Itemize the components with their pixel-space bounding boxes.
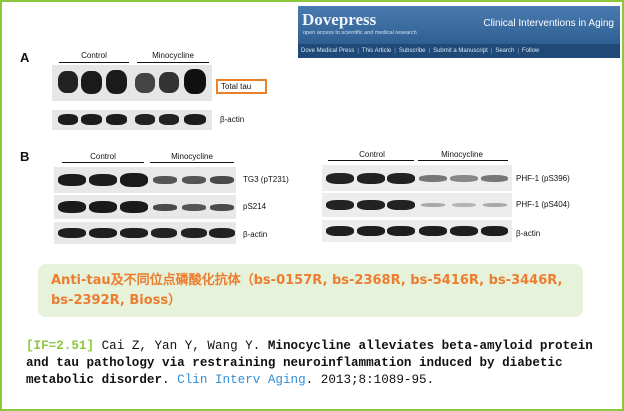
total-tau-label: Total tau [216, 79, 267, 94]
panel-a-minocycline-line [137, 62, 209, 63]
phf1-ps404-label: PHF-1 (pS404) [516, 200, 570, 209]
dovepress-logo: Dovepress [302, 10, 377, 29]
nav-dove-medical-press[interactable]: Dove Medical Press [301, 48, 354, 54]
antibody-callout: Anti-tau及不同位点磷酸化抗体（bs-0157R, bs-2368R, b… [38, 264, 583, 317]
nav-follow[interactable]: Follow [522, 48, 539, 54]
panel-b-right-actin-label: β-actin [516, 229, 541, 238]
panel-b-right-control-line [328, 160, 414, 161]
phf1-ps396-label: PHF-1 (pS396) [516, 174, 570, 183]
panel-a-minocycline-label: Minocycline [152, 51, 194, 60]
banner-brand-row: Dovepress open access to scientific and … [298, 6, 620, 44]
panel-b-left-minocycline-line [150, 162, 234, 163]
journal-name: Clinical Interventions in Aging [483, 18, 614, 29]
panel-b-right-control-label: Control [359, 150, 385, 159]
figure-frame: Dovepress open access to scientific and … [0, 0, 624, 411]
panel-b-right-minocycline-label: Minocycline [441, 150, 483, 159]
nav-this-article[interactable]: This Article [362, 48, 391, 54]
impact-factor: [IF=2.51] [26, 339, 95, 353]
citation: [IF=2.51] Cai Z, Yan Y, Wang Y. Minocycl… [26, 338, 601, 389]
panel-a-control-line [59, 62, 129, 63]
panel-b-left-control-line [62, 162, 144, 163]
blot-b-ps214 [54, 195, 236, 219]
panel-b-left-control-label: Control [90, 152, 116, 161]
blot-b-right-beta-actin [322, 220, 512, 242]
panel-b-letter: B [20, 149, 30, 164]
citation-sep: . [162, 373, 178, 387]
blot-b-phf1-ps396 [322, 165, 512, 191]
blot-a-beta-actin [52, 110, 212, 130]
blot-b-left-beta-actin [54, 222, 236, 244]
citation-journal-link[interactable]: Clin Interv Aging [177, 373, 305, 387]
ps214-label: pS214 [243, 202, 267, 211]
blot-b-phf1-ps404 [322, 193, 512, 217]
panel-a-actin-label: β-actin [220, 115, 245, 124]
dovepress-tagline: open access to scientific and medical re… [303, 30, 417, 36]
banner-nav: Dove Medical Press | This Article | Subscr… [298, 44, 620, 58]
citation-authors: Cai Z, Yan Y, Wang Y. [94, 339, 268, 353]
panel-a-control-label: Control [81, 51, 107, 60]
panel-b-left-actin-label: β-actin [243, 230, 268, 239]
antibody-callout-text: Anti-tau及不同位点磷酸化抗体（bs-0157R, bs-2368R, b… [51, 273, 563, 308]
citation-details: . 2013;8:1089-95. [305, 373, 435, 387]
nav-submit-manuscript[interactable]: Submit a Manuscript [433, 48, 488, 54]
tg3-label: TG3 (pT231) [243, 175, 289, 184]
panel-a-letter: A [20, 50, 30, 65]
blot-b-tg3 [54, 167, 236, 193]
nav-search[interactable]: Search [495, 48, 514, 54]
blot-a-total-tau [52, 65, 212, 101]
panel-b-left-minocycline-label: Minocycline [171, 152, 213, 161]
dovepress-banner: Dovepress open access to scientific and … [298, 6, 620, 58]
nav-subscribe[interactable]: Subscribe [399, 48, 426, 54]
panel-b-right-minocycline-line [418, 160, 508, 161]
